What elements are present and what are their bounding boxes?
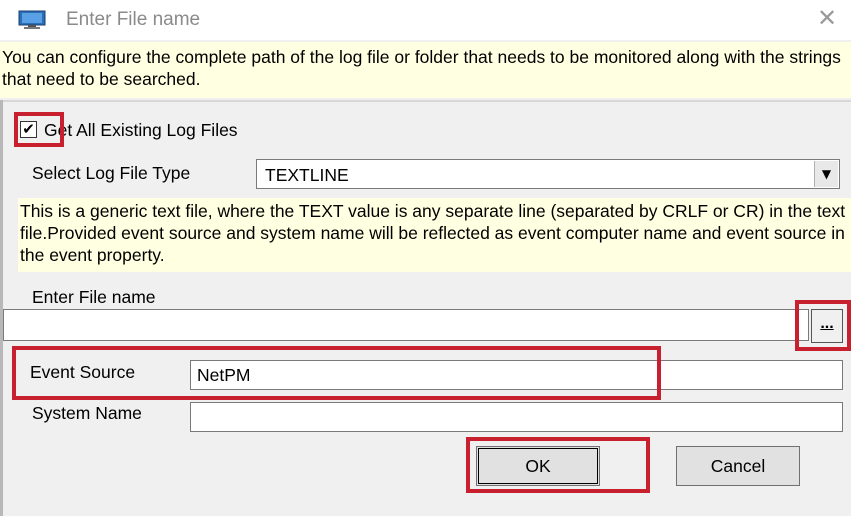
enter-file-name-label: Enter File name bbox=[32, 287, 156, 307]
left-border bbox=[0, 100, 3, 516]
system-name-label: System Name bbox=[32, 403, 142, 423]
enter-file-name-dialog: Enter File name ✕ You can configure the … bbox=[0, 0, 851, 516]
event-source-label: Event Source bbox=[30, 362, 136, 382]
checkbox-label-text: Get All Existing Log Files bbox=[44, 120, 238, 140]
ok-button[interactable]: OK bbox=[476, 446, 600, 486]
browse-button[interactable]: ... bbox=[811, 309, 843, 343]
log-type-description: This is a generic text file, where the T… bbox=[18, 198, 851, 272]
event-source-input[interactable]: NetPM bbox=[190, 360, 843, 390]
window-title: Enter File name bbox=[66, 9, 201, 30]
browse-button-label: ... bbox=[820, 315, 834, 332]
cancel-button[interactable]: Cancel bbox=[676, 446, 800, 486]
instructions-text: You can configure the complete path of t… bbox=[0, 42, 851, 98]
system-name-input[interactable] bbox=[190, 402, 843, 432]
select-log-file-type-label: Select Log File Type bbox=[32, 163, 191, 183]
get-all-existing-log-files-checkbox[interactable]: ✔ bbox=[20, 121, 37, 138]
title-bar: Enter File name ✕ bbox=[0, 0, 851, 40]
chevron-down-icon[interactable]: ▼ bbox=[814, 161, 838, 187]
log-file-type-value: TEXTLINE bbox=[265, 165, 349, 185]
close-icon[interactable]: ✕ bbox=[817, 6, 837, 30]
file-name-input[interactable] bbox=[3, 309, 809, 341]
divider bbox=[0, 100, 851, 102]
get-all-existing-log-files-label[interactable]: Get All Existing Log Files bbox=[44, 120, 238, 141]
log-file-type-select[interactable]: TEXTLINE ▼ bbox=[256, 159, 840, 189]
monitor-icon bbox=[18, 10, 46, 29]
